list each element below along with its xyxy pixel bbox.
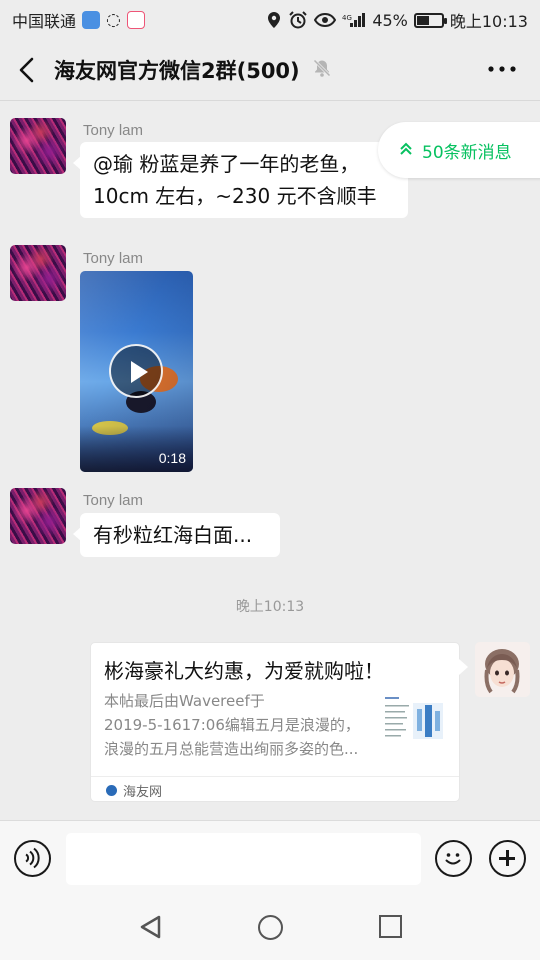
signal-4g-icon: 4G xyxy=(342,13,366,27)
sync-icon: ◌ xyxy=(106,10,121,30)
video-message[interactable]: 0:18 xyxy=(80,271,193,472)
sender-avatar[interactable] xyxy=(10,118,66,174)
sender-name: Tony lam xyxy=(83,492,144,509)
status-bar: 中国联通 ◌ 4G 45% 晚上10:13 xyxy=(0,0,540,38)
svg-text:4G: 4G xyxy=(342,14,352,22)
header-divider xyxy=(0,100,540,101)
battery-percent: 45% xyxy=(372,10,408,30)
location-icon xyxy=(268,12,281,28)
smiley-icon xyxy=(445,853,461,865)
avatar-image xyxy=(10,245,66,301)
sender-name: Tony lam xyxy=(83,122,144,139)
sender-name: Tony lam xyxy=(83,250,144,267)
video-duration: 0:18 xyxy=(158,450,186,466)
card-description: 本帖最后由Wavereef于 2019-5-1617:06编辑五月是浪漫的， 浪… xyxy=(104,689,379,761)
sender-avatar[interactable] xyxy=(10,488,66,544)
eye-icon xyxy=(314,12,337,28)
double-chevron-up-icon xyxy=(400,142,412,159)
plus-icon[interactable] xyxy=(489,840,526,877)
avatar-image xyxy=(10,118,66,174)
more-dots-icon xyxy=(488,66,516,72)
nav-recents-icon[interactable] xyxy=(379,915,402,938)
mute-bell-icon xyxy=(313,59,331,77)
app-notification-icon xyxy=(126,11,145,29)
new-messages-pill[interactable]: 50条新消息 xyxy=(378,122,540,178)
timestamp: 晚上10:13 xyxy=(235,599,305,615)
message-input[interactable] xyxy=(66,833,421,885)
back-button[interactable] xyxy=(10,52,46,88)
new-messages-label: 50条新消息 xyxy=(422,142,512,163)
nav-back-icon[interactable] xyxy=(138,914,164,940)
message-bubble[interactable]: @瑜 粉蓝是养了一年的老鱼， 10cm 左右，~230 元不含顺丰 xyxy=(73,142,408,218)
back-arrow-icon xyxy=(19,57,34,83)
self-avatar[interactable] xyxy=(475,642,530,697)
message-line: @瑜 粉蓝是养了一年的老鱼， xyxy=(93,152,360,176)
link-card[interactable]: 彬海豪礼大约惠，为爱就购啦！ 本帖最后由Wavereef于 2019-5-161… xyxy=(90,642,468,802)
avatar-image xyxy=(475,642,530,697)
play-icon[interactable] xyxy=(109,344,163,398)
chat-header: 海友网官方微信2群(500) xyxy=(0,38,540,100)
card-description-line: 2019-5-1617:06编辑五月是浪漫的， xyxy=(104,716,360,734)
message-line: 有秒粒红海白面... xyxy=(93,523,253,547)
battery-level xyxy=(416,15,429,25)
status-left: 中国联通 ◌ xyxy=(12,8,145,32)
status-right: 4G 45% 晚上10:13 xyxy=(266,8,528,32)
sender-avatar[interactable] xyxy=(10,245,66,301)
emoji-button[interactable] xyxy=(435,840,472,877)
card-title: 彬海豪礼大约惠，为爱就购啦！ xyxy=(104,659,384,683)
card-footer: 海友网 xyxy=(91,776,459,802)
carrier-label: 中国联通 xyxy=(12,12,77,31)
card-description-line: 浪漫的五月总能营造出绚丽多姿的色... xyxy=(104,740,359,758)
hd-icon xyxy=(82,11,101,29)
card-description-line: 本帖最后由Wavereef于 xyxy=(104,692,265,710)
input-bar xyxy=(0,820,540,896)
battery-icon xyxy=(413,12,447,28)
avatar-image xyxy=(10,488,66,544)
system-nav-bar xyxy=(0,896,540,960)
message-line: 10cm 左右，~230 元不含顺丰 xyxy=(93,184,377,208)
nav-home-icon[interactable] xyxy=(258,915,283,940)
clock: 晚上10:13 xyxy=(449,12,528,31)
source-logo-icon xyxy=(106,785,117,796)
chat-title: 海友网官方微信2群(500) xyxy=(54,59,300,83)
voice-button[interactable] xyxy=(14,840,51,877)
card-thumbnail xyxy=(383,691,447,751)
alarm-icon xyxy=(289,11,308,29)
voice-icon xyxy=(25,847,40,869)
card-source: 海友网 xyxy=(123,785,163,800)
message-bubble[interactable]: 有秒粒红海白面... xyxy=(73,513,280,557)
more-button[interactable] xyxy=(484,54,520,84)
